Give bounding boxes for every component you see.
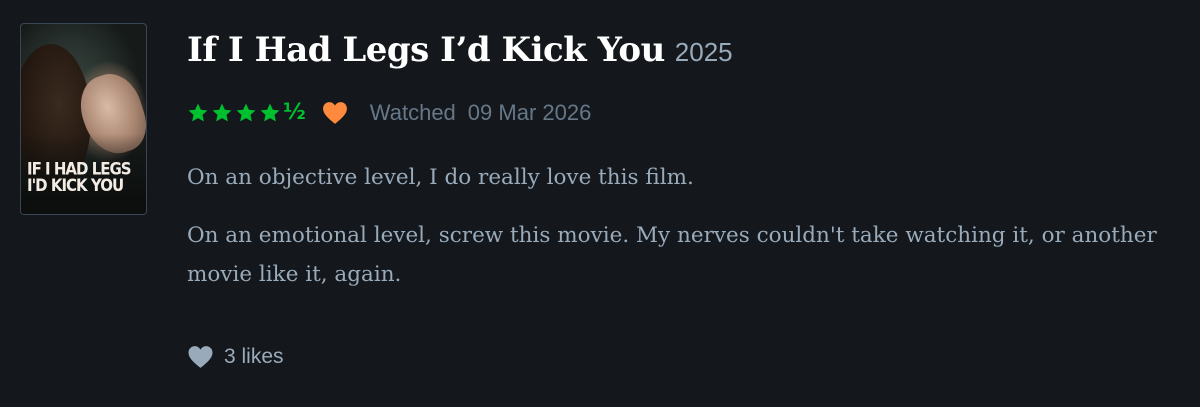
film-title-text[interactable]: If I Had Legs I’d Kick You: [187, 30, 665, 70]
heart-icon[interactable]: [187, 345, 214, 369]
star-icon: [260, 103, 280, 122]
poster-title-text: IF I HAD LEGS I'D KICK YOU: [27, 160, 137, 196]
review-paragraph-2: On an emotional level, screw this movie.…: [187, 223, 1157, 287]
review-paragraph-1: On an objective level, I do really love …: [187, 165, 694, 190]
film-title[interactable]: If I Had Legs I’d Kick You 2025: [187, 26, 733, 76]
poster-title-line-2: I'D KICK YOU: [27, 175, 124, 196]
star-icon: [188, 103, 208, 122]
star-icon: [236, 103, 256, 122]
review-body: On an objective level, I do really love …: [187, 158, 1177, 313]
star-icon: [212, 103, 232, 122]
half-star-icon: ½: [283, 100, 306, 125]
likes-count[interactable]: 3 likes: [224, 345, 284, 369]
film-year[interactable]: 2025: [675, 37, 733, 67]
liked-heart-icon: [322, 102, 347, 124]
star-rating: ½: [187, 102, 306, 124]
review-meta: ½ Watched 09 Mar 2026: [187, 98, 591, 128]
film-poster[interactable]: IF I HAD LEGS I'D KICK YOU: [20, 23, 147, 215]
watched-date[interactable]: 09 Mar 2026: [468, 100, 592, 126]
watched-label: Watched: [369, 100, 456, 125]
review-likes[interactable]: 3 likes: [187, 345, 284, 369]
